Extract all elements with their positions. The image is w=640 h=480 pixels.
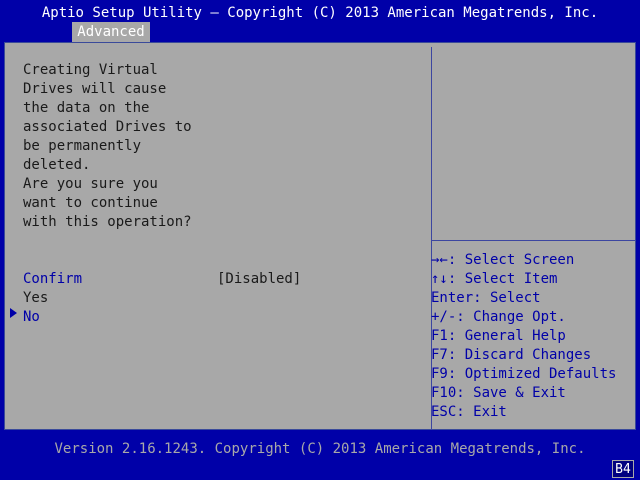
message-line: the data on the bbox=[23, 100, 150, 116]
message-line: Drives will cause bbox=[23, 81, 167, 97]
confirm-label: Confirm bbox=[23, 271, 83, 287]
selection-arrow-icon bbox=[10, 308, 17, 318]
message-line: Are you sure you bbox=[23, 176, 158, 192]
confirm-value[interactable]: [Disabled] bbox=[217, 270, 301, 289]
help-line: +/-: Change Opt. bbox=[431, 309, 566, 325]
post-code-badge: B4 bbox=[612, 460, 634, 478]
bios-screen: Aptio Setup Utility – Copyright (C) 2013… bbox=[0, 0, 640, 480]
help-line: →←: Select Screen bbox=[431, 252, 575, 268]
title-bar: Aptio Setup Utility – Copyright (C) 2013… bbox=[41, 5, 599, 21]
option-no[interactable]: No bbox=[23, 308, 40, 327]
message-line: with this operation? bbox=[23, 214, 192, 230]
help-line: F10: Save & Exit bbox=[431, 385, 566, 401]
option-yes[interactable]: Yes bbox=[23, 289, 48, 308]
main-panel: Creating Virtual Drives will cause the d… bbox=[4, 42, 636, 430]
version-footer: Version 2.16.1243. Copyright (C) 2013 Am… bbox=[54, 441, 586, 457]
message-line: deleted. bbox=[23, 157, 91, 173]
message-line: be permanently bbox=[23, 138, 142, 154]
help-line: F1: General Help bbox=[431, 328, 566, 344]
help-line: Enter: Select bbox=[431, 290, 541, 306]
message-line: want to continue bbox=[23, 195, 158, 211]
help-line: F9: Optimized Defaults bbox=[431, 366, 617, 382]
tab-advanced[interactable]: Advanced bbox=[72, 22, 150, 42]
help-line: F7: Discard Changes bbox=[431, 347, 592, 363]
help-line: ↑↓: Select Item bbox=[431, 271, 558, 287]
help-divider bbox=[432, 240, 636, 241]
message-line: associated Drives to bbox=[23, 119, 192, 135]
message-line: Creating Virtual bbox=[23, 62, 158, 78]
help-line: ESC: Exit bbox=[431, 404, 507, 420]
